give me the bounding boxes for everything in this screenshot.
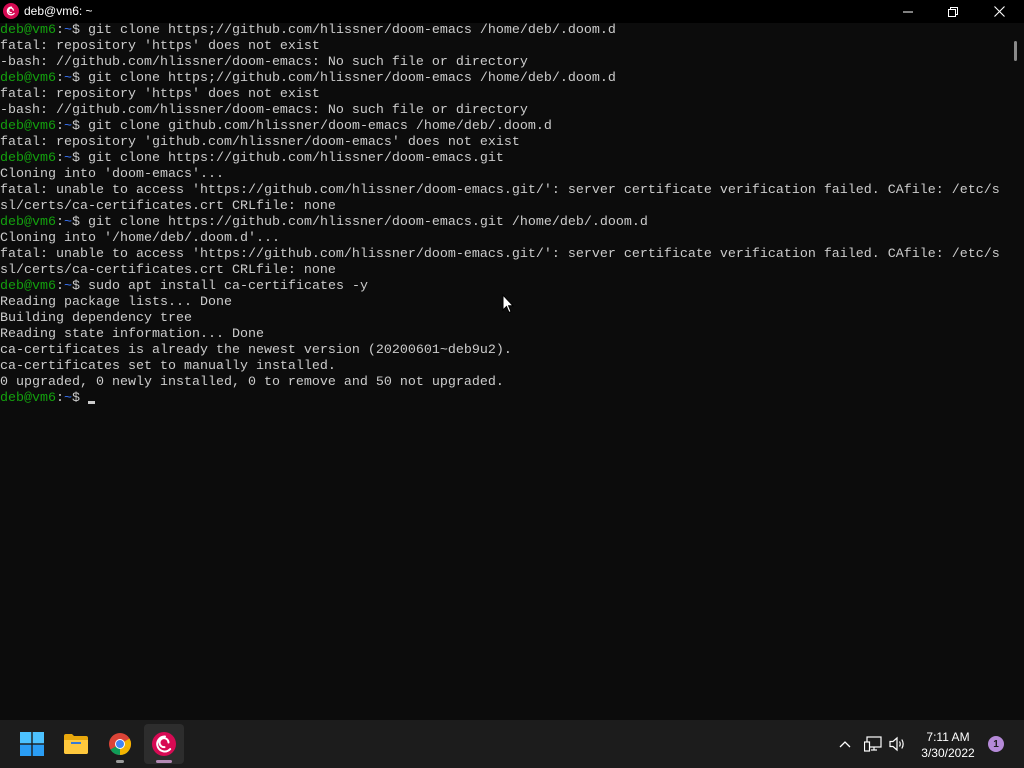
- prompt-user: deb@vm6: [0, 23, 56, 38]
- chrome-button[interactable]: [100, 724, 140, 764]
- prompt-separator: :: [56, 151, 64, 166]
- windows-logo-icon: [20, 732, 44, 756]
- terminal-output-line: 0 upgraded, 0 newly installed, 0 to remo…: [0, 375, 504, 390]
- chevron-up-icon: [839, 741, 851, 748]
- prompt-symbol: $: [72, 279, 88, 294]
- prompt-separator: :: [56, 215, 64, 230]
- debian-active-indicator: [156, 760, 172, 763]
- minimize-button[interactable]: [885, 0, 931, 23]
- prompt-user: deb@vm6: [0, 151, 56, 166]
- debian-terminal-button[interactable]: [144, 724, 184, 764]
- text-cursor: [88, 401, 95, 404]
- chrome-running-indicator: [116, 760, 124, 763]
- terminal-output-line: sl/certs/ca-certificates.crt CRLfile: no…: [0, 199, 336, 214]
- restore-button[interactable]: [930, 0, 976, 23]
- command-text: git clone https;//github.com/hlissner/do…: [88, 71, 616, 86]
- restore-icon: [948, 6, 958, 17]
- prompt-user: deb@vm6: [0, 391, 56, 406]
- command-text: sudo apt install ca-certificates -y: [88, 279, 368, 294]
- terminal-command-line: deb@vm6:~$ sudo apt install ca-certifica…: [0, 279, 1008, 295]
- close-icon: [993, 6, 1005, 17]
- terminal-command-line: deb@vm6:~$ git clone https://github.com/…: [0, 215, 1008, 231]
- prompt-separator: :: [56, 119, 64, 134]
- debian-swirl-icon: [3, 3, 19, 19]
- terminal-output-line: Cloning into '/home/deb/.doom.d'...: [0, 231, 280, 246]
- terminal-output-line: sl/certs/ca-certificates.crt CRLfile: no…: [0, 263, 336, 278]
- terminal-output-line: fatal: unable to access 'https://github.…: [0, 183, 1000, 198]
- terminal-current-line: deb@vm6:~$: [0, 391, 1008, 407]
- prompt-separator: :: [56, 23, 64, 38]
- prompt-separator: :: [56, 279, 64, 294]
- close-button[interactable]: [976, 0, 1022, 23]
- terminal-output-line: -bash: //github.com/hlissner/doom-emacs:…: [0, 103, 528, 118]
- prompt-symbol: $: [72, 71, 88, 86]
- terminal-output-line: -bash: //github.com/hlissner/doom-emacs:…: [0, 55, 528, 70]
- terminal-output-line: ca-certificates set to manually installe…: [0, 359, 336, 374]
- terminal-output[interactable]: deb@vm6:~$ git clone https;//github.com/…: [0, 23, 1008, 720]
- terminal-output-line: Reading state information... Done: [0, 327, 264, 342]
- prompt-user: deb@vm6: [0, 71, 56, 86]
- prompt-user: deb@vm6: [0, 215, 56, 230]
- prompt-path: ~: [64, 279, 72, 294]
- command-text: git clone github.com/hlissner/doom-emacs…: [88, 119, 552, 134]
- command-text: git clone https;//github.com/hlissner/do…: [88, 23, 616, 38]
- prompt-path: ~: [64, 119, 72, 134]
- debian-swirl-icon: [152, 732, 176, 756]
- terminal-output-line: fatal: repository 'github.com/hlissner/d…: [0, 135, 520, 150]
- terminal-command-line: deb@vm6:~$ git clone https;//github.com/…: [0, 23, 1008, 39]
- terminal-scrollbar[interactable]: [1008, 23, 1024, 720]
- prompt-symbol: $: [72, 391, 88, 406]
- volume-button[interactable]: [888, 734, 908, 754]
- window-title-bar[interactable]: deb@vm6: ~: [0, 0, 1024, 23]
- clock-time: 7:11 AM: [926, 730, 970, 744]
- terminal-output-line: Cloning into 'doom-emacs'...: [0, 167, 224, 182]
- prompt-user: deb@vm6: [0, 119, 56, 134]
- mouse-pointer-icon: [502, 294, 514, 314]
- network-button[interactable]: [863, 734, 883, 754]
- prompt-path: ~: [64, 23, 72, 38]
- folder-icon: [64, 734, 88, 754]
- prompt-path: ~: [64, 71, 72, 86]
- minimize-icon: [903, 11, 913, 12]
- prompt-path: ~: [64, 215, 72, 230]
- terminal-command-line: deb@vm6:~$ git clone github.com/hlissner…: [0, 119, 1008, 135]
- network-icon: [864, 736, 882, 752]
- prompt-symbol: $: [72, 23, 88, 38]
- terminal-output-line: fatal: repository 'https' does not exist: [0, 39, 320, 54]
- prompt-separator: :: [56, 71, 64, 86]
- terminal-output-line: fatal: unable to access 'https://github.…: [0, 247, 1000, 262]
- prompt-separator: :: [56, 391, 64, 406]
- chrome-icon: [109, 733, 131, 755]
- prompt-symbol: $: [72, 151, 88, 166]
- terminal-command-line: deb@vm6:~$ git clone https;//github.com/…: [0, 71, 1008, 87]
- show-hidden-icons-button[interactable]: [835, 734, 855, 754]
- notification-badge[interactable]: 1: [988, 736, 1004, 752]
- prompt-user: deb@vm6: [0, 279, 56, 294]
- prompt-path: ~: [64, 151, 72, 166]
- file-explorer-button[interactable]: [56, 724, 96, 764]
- window-title: deb@vm6: ~: [24, 4, 93, 18]
- prompt-path: ~: [64, 391, 72, 406]
- volume-icon: [889, 736, 904, 752]
- scrollbar-thumb[interactable]: [1014, 41, 1017, 61]
- terminal-output-line: fatal: repository 'https' does not exist: [0, 87, 320, 102]
- terminal-command-line: deb@vm6:~$ git clone https://github.com/…: [0, 151, 1008, 167]
- command-text: git clone https://github.com/hlissner/do…: [88, 215, 648, 230]
- taskbar-clock[interactable]: 7:11 AM 3/30/2022: [912, 729, 984, 761]
- start-button[interactable]: [12, 724, 52, 764]
- prompt-symbol: $: [72, 119, 88, 134]
- command-text: git clone https://github.com/hlissner/do…: [88, 151, 504, 166]
- clock-date: 3/30/2022: [921, 746, 975, 760]
- terminal-output-line: ca-certificates is already the newest ve…: [0, 343, 512, 358]
- prompt-symbol: $: [72, 215, 88, 230]
